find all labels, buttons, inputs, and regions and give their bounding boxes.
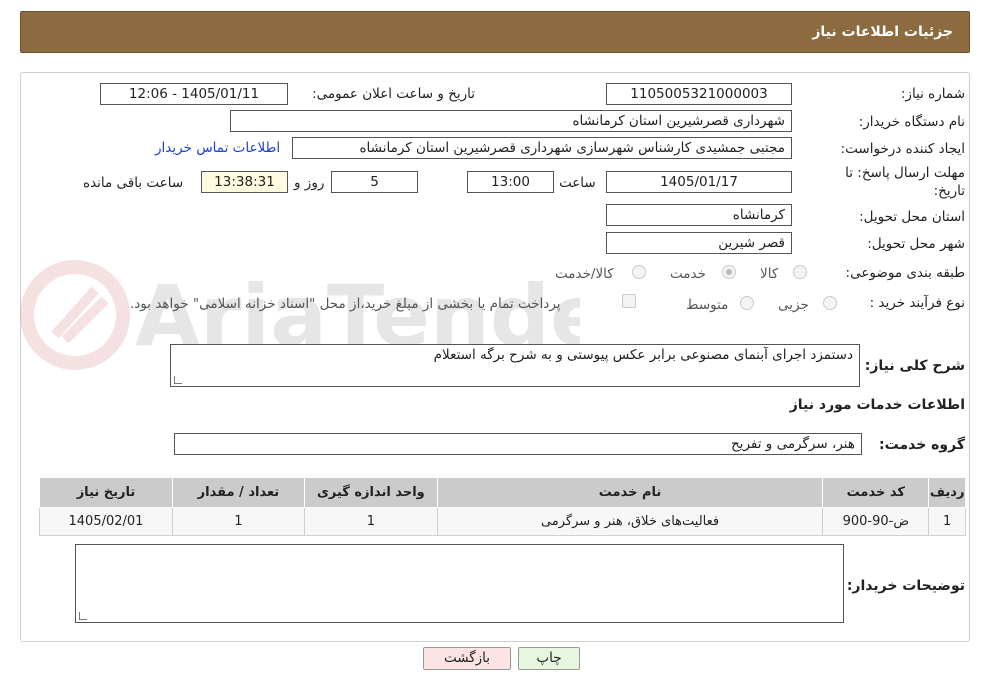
col-need-date: تاریخ نیاز: [39, 477, 173, 508]
deadline-time-field: 13:00: [467, 171, 554, 193]
buyer-org-field: شهرداری قصرشیرین استان کرمانشاه: [230, 110, 792, 132]
table-row: 1 ض-90-900 فعالیت‌های خلاق، هنر و سرگرمی…: [39, 507, 966, 536]
buyer-notes-textarea[interactable]: [75, 544, 844, 623]
category-label: طبقه بندی موضوعی:: [845, 265, 965, 281]
process-medium-radio[interactable]: [740, 296, 754, 310]
services-table: ردیف کد خدمت نام خدمت واحد اندازه گیری ت…: [39, 477, 966, 536]
page-title: جزئیات اطلاعات نیاز: [812, 24, 953, 40]
requester-label: ایجاد کننده درخواست:: [840, 141, 965, 157]
category-service-radio[interactable]: [722, 265, 736, 279]
back-button[interactable]: بازگشت: [423, 647, 511, 670]
deadline-label: مهلت ارسال پاسخ: تا: [845, 165, 965, 181]
city-field: قصر شیرین: [606, 232, 792, 254]
treasury-payment-checkbox[interactable]: [622, 294, 636, 308]
cell-quantity: 1: [171, 507, 305, 536]
summary-text: دستمزد اجرای آبنمای مصنوعی برابر عکس پیو…: [433, 347, 853, 363]
services-heading: اطلاعات خدمات مورد نیاز: [789, 397, 965, 413]
days-field: 5: [331, 171, 418, 193]
col-service-code: کد خدمت: [822, 477, 930, 508]
cell-row: 1: [928, 507, 966, 536]
need-number-field: 1105005321000003: [606, 83, 792, 105]
requester-field: مجتبی جمشیدی کارشناس شهرسازی شهرداری قصر…: [292, 137, 792, 159]
remaining-label: ساعت باقی مانده: [83, 175, 184, 191]
col-quantity: تعداد / مقدار: [171, 477, 305, 508]
cell-service-code: ض-90-900: [822, 507, 930, 536]
process-medium-label: متوسط: [686, 297, 729, 313]
province-label: استان محل تحویل:: [859, 209, 965, 225]
resize-handle-icon[interactable]: [79, 612, 87, 620]
treasury-payment-note: پرداخت تمام یا بخشی از مبلغ خرید،از محل …: [130, 296, 561, 312]
category-goods-radio[interactable]: [793, 265, 807, 279]
province-field: کرمانشاه: [606, 204, 792, 226]
remaining-time-field: 13:38:31: [201, 171, 288, 193]
page-header: جزئیات اطلاعات نیاز: [20, 11, 970, 53]
cell-service-name: فعالیت‌های خلاق، هنر و سرگرمی: [436, 507, 824, 536]
resize-handle-icon[interactable]: [174, 376, 182, 384]
cell-need-date: 1405/02/01: [39, 507, 173, 536]
print-button[interactable]: چاپ: [518, 647, 580, 670]
buyer-org-label: نام دستگاه خریدار:: [858, 114, 965, 130]
process-minor-label: جزیی: [778, 297, 809, 313]
table-header-row: ردیف کد خدمت نام خدمت واحد اندازه گیری ت…: [39, 477, 966, 508]
process-minor-radio[interactable]: [823, 296, 837, 310]
need-number-label: شماره نیاز:: [900, 86, 965, 102]
category-goods-label: کالا: [760, 266, 779, 282]
summary-label: شرح کلی نیاز:: [864, 358, 965, 374]
deadline-date-field: 1405/01/17: [606, 171, 792, 193]
cell-unit: 1: [303, 507, 438, 536]
buyer-contact-link[interactable]: اطلاعات تماس خریدار: [155, 140, 280, 156]
city-label: شهر محل تحویل:: [867, 236, 965, 252]
announce-field: 1405/01/11 - 12:06: [100, 83, 288, 105]
category-goods-service-label: کالا/خدمت: [555, 266, 614, 282]
buyer-notes-label: توضیحات خریدار:: [846, 578, 965, 594]
col-service-name: نام خدمت: [436, 477, 824, 508]
deadline-label-2: تاریخ:: [933, 183, 965, 199]
service-group-label: گروه خدمت:: [879, 437, 965, 453]
category-goods-service-radio[interactable]: [632, 265, 646, 279]
summary-textarea[interactable]: دستمزد اجرای آبنمای مصنوعی برابر عکس پیو…: [170, 344, 860, 387]
time-label: ساعت: [559, 175, 596, 191]
category-service-label: خدمت: [670, 266, 706, 282]
announce-label: تاریخ و ساعت اعلان عمومی:: [312, 86, 475, 102]
process-label: نوع فرآیند خرید :: [869, 295, 965, 311]
col-row: ردیف: [928, 477, 966, 508]
days-label: روز و: [294, 175, 325, 191]
service-group-field: هنر، سرگرمی و تفریح: [174, 433, 862, 455]
col-unit: واحد اندازه گیری: [303, 477, 438, 508]
